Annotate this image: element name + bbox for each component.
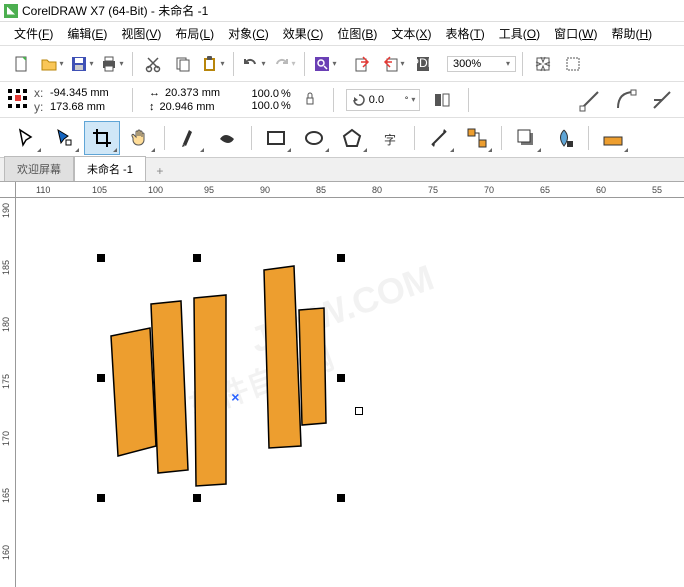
scale-x-input[interactable] [241,88,279,100]
height-icon: ↕ [149,101,155,113]
menu-工具[interactable]: 工具(O) [493,22,546,45]
copy-button[interactable] [169,50,197,78]
size-group: ↔ ↕ [145,86,233,114]
print-button[interactable]: ▾ [98,50,126,78]
pos-y-input[interactable] [48,100,120,114]
skew-handle[interactable] [355,407,363,415]
scale-group: % % [241,88,291,112]
new-tab-button[interactable]: + [150,161,170,181]
anchor-grid-icon[interactable] [8,89,30,111]
node-edit-button[interactable] [576,86,604,114]
curve-button[interactable] [612,86,640,114]
fullscreen-button[interactable] [529,50,557,78]
freehand-tool[interactable] [171,121,207,155]
menu-表格[interactable]: 表格(T) [439,22,490,45]
transparency-tool[interactable] [546,121,582,155]
menu-对象[interactable]: 对象(C) [222,22,275,45]
canvas-area: 110105100959085807570656055 190185180175… [0,182,684,587]
pick-tool[interactable] [8,121,44,155]
export-button[interactable]: ▾ [379,50,407,78]
menu-文本[interactable]: 文本(X) [385,22,437,45]
eyedropper-tool[interactable] [595,121,631,155]
title-text: CorelDRAW X7 (64-Bit) - 未命名 -1 [22,2,208,19]
menu-编辑[interactable]: 编辑(E) [61,22,113,45]
drop-shadow-tool[interactable] [508,121,544,155]
text-tool[interactable]: 字 [372,121,408,155]
ruler-vertical[interactable]: 190185180175170165160 [0,198,16,587]
line-button[interactable] [648,86,676,114]
artistic-media-tool[interactable] [209,121,245,155]
document-tab[interactable]: 未命名 -1 [74,156,146,181]
polygon-tool[interactable] [334,121,370,155]
app-icon [4,4,18,18]
save-button[interactable]: ▾ [68,50,96,78]
shape-tool[interactable] [46,121,82,155]
new-button[interactable] [8,50,36,78]
menu-布局[interactable]: 布局(L) [169,22,220,45]
menu-bar: 文件(F)编辑(E)视图(V)布局(L)对象(C)效果(C)位图(B)文本(X)… [0,22,684,46]
document-tabs: 欢迎屏幕 未命名 -1 + [0,158,684,182]
height-input[interactable] [158,100,228,114]
connector-tool[interactable] [459,121,495,155]
ruler-origin[interactable] [0,182,16,198]
toolbox: 字 [0,118,684,158]
dimension-tool[interactable] [421,121,457,155]
scale-y-input[interactable] [241,100,279,112]
cut-button[interactable] [139,50,167,78]
svg-text:PDF: PDF [414,56,432,70]
open-button[interactable]: ▾ [38,50,66,78]
menu-帮助[interactable]: 帮助(H) [605,22,658,45]
property-bar: x: y: ↔ ↕ % % ° ▾ [0,82,684,118]
rectangle-tool[interactable] [258,121,294,155]
pan-tool[interactable] [122,121,158,155]
undo-button[interactable]: ▾ [240,50,268,78]
paste-button[interactable]: ▾ [199,50,227,78]
mirror-h-button[interactable] [428,86,456,114]
menu-窗口[interactable]: 窗口(W) [548,22,603,45]
center-marker[interactable]: × [231,389,239,405]
zoom-combo[interactable]: ▾ [447,56,516,72]
menu-位图[interactable]: 位图(B) [331,22,383,45]
menu-效果[interactable]: 效果(C) [277,22,330,45]
import-button[interactable] [349,50,377,78]
redo-button[interactable]: ▾ [270,50,298,78]
lock-ratio-button[interactable] [299,90,321,110]
publish-pdf-button[interactable]: PDF [409,50,437,78]
standard-toolbar: ▾ ▾ ▾ ▾ ▾ ▾ ▾ ▾ PDF ▾ [0,46,684,82]
selection-handles[interactable]: × [101,258,341,498]
width-input[interactable] [163,86,233,100]
anchor-group[interactable]: x: y: [8,86,120,114]
zoom-input[interactable] [449,58,501,70]
rotate-icon [351,92,367,108]
menu-视图[interactable]: 视图(V) [115,22,167,45]
width-icon: ↔ [149,87,160,99]
menu-文件[interactable]: 文件(F) [8,22,59,45]
crop-tool[interactable] [84,121,120,155]
title-bar: CorelDRAW X7 (64-Bit) - 未命名 -1 [0,0,684,22]
options-button[interactable] [559,50,587,78]
canvas[interactable]: JZXW.COM 软件自学网 × [16,198,684,587]
pos-x-input[interactable] [48,86,120,100]
rotation-group[interactable]: ° ▾ [346,89,421,111]
ellipse-tool[interactable] [296,121,332,155]
svg-text:字: 字 [384,132,396,147]
ruler-horizontal[interactable]: 110105100959085807570656055 [16,182,684,198]
rotation-input[interactable] [369,94,403,106]
search-button[interactable]: ▾ [311,50,339,78]
welcome-tab[interactable]: 欢迎屏幕 [4,156,74,181]
